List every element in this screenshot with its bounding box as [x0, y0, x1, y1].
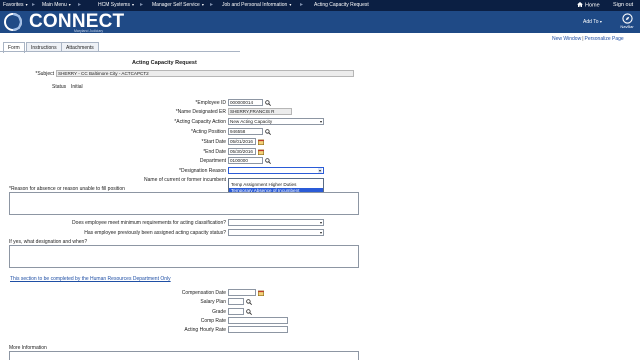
chevron-down-icon: ▾	[319, 119, 322, 124]
chevron-down-icon: ▾	[131, 2, 134, 7]
status-value: Initial	[71, 84, 83, 90]
header-banner: CONNECT Maryland Judiciary Add To ▾ NavB…	[0, 11, 640, 33]
nav-job-personal-info[interactable]: Job and Personal Information ▾	[222, 2, 291, 8]
sign-out-link[interactable]: Sign out	[613, 2, 633, 8]
salary-plan-field[interactable]	[228, 298, 244, 305]
grade-label: Grade	[212, 309, 226, 315]
logo-mark-icon	[4, 13, 23, 31]
search-icon[interactable]	[246, 309, 252, 315]
department-field[interactable]: 0100000	[228, 157, 263, 164]
chevron-down-icon: ▾	[319, 220, 322, 225]
start-date-label: *Start Date	[201, 139, 226, 145]
name-designated-label: *Name Designated ER	[175, 109, 226, 115]
hr-section-link[interactable]: This section to be completed by the Huma…	[10, 276, 171, 282]
nav-separator: ▸	[210, 2, 214, 8]
tab-divider	[0, 51, 240, 52]
more-information-textarea[interactable]	[9, 351, 359, 360]
search-icon[interactable]	[246, 299, 252, 305]
search-icon[interactable]	[265, 129, 271, 135]
min-requirements-label: Does employee meet minimum requirements …	[72, 220, 226, 226]
employee-id-field[interactable]: 000000014	[228, 99, 263, 106]
start-date-field[interactable]: 05/01/2016	[228, 138, 256, 145]
home-link[interactable]: Home	[577, 2, 600, 9]
comp-date-field[interactable]	[228, 289, 256, 296]
subject-field[interactable]: SHERRY - CC Baltimore City - ACTCAPCT2	[56, 70, 354, 77]
min-requirements-select[interactable]: ▾	[228, 219, 324, 226]
home-icon	[577, 2, 583, 7]
nav-separator: ▸	[140, 2, 144, 8]
top-nav-bar: Favorites ▾ ▸ Main Menu ▾ ▸ HCM Systems ▾ ▸…	[0, 0, 640, 11]
previously-assigned-select[interactable]: ▾	[228, 229, 324, 236]
nav-hcm-systems[interactable]: HCM Systems ▾	[98, 2, 134, 8]
search-icon[interactable]	[265, 100, 271, 106]
grade-field[interactable]	[228, 308, 244, 315]
acting-capacity-action-label: *Acting Capacity Action	[174, 119, 226, 125]
compass-icon	[621, 13, 633, 24]
nav-main-menu[interactable]: Main Menu ▾	[42, 2, 71, 8]
acting-position-label: *Acting Position	[190, 129, 226, 135]
chevron-down-icon: ▾	[25, 2, 28, 7]
calendar-icon[interactable]	[258, 149, 264, 155]
previously-assigned-label: Has employee previously been assigned ac…	[84, 230, 226, 236]
end-date-label: *End Date	[203, 149, 226, 155]
chevron-down-icon: ▾	[317, 168, 322, 173]
nav-acting-capacity-request[interactable]: Acting Capacity Request	[314, 2, 369, 8]
status-label: Status	[52, 84, 67, 90]
comp-rate-field[interactable]	[228, 317, 288, 324]
chevron-down-icon: ▾	[201, 2, 204, 7]
if-yes-textarea[interactable]	[9, 245, 359, 268]
chevron-down-icon: ▾	[319, 230, 322, 235]
comp-rate-label: Comp Rate	[200, 318, 226, 324]
calendar-icon[interactable]	[258, 139, 264, 145]
nav-favorites[interactable]: Favorites ▾	[3, 2, 28, 8]
acting-position-field[interactable]: 946558	[228, 128, 263, 135]
acting-hourly-rate-field[interactable]	[228, 326, 288, 333]
calendar-icon[interactable]	[258, 290, 264, 296]
nav-separator: ▸	[78, 2, 82, 8]
search-icon[interactable]	[265, 158, 271, 164]
incumbent-label: Name of current or former incumbent	[144, 177, 226, 183]
reason-textarea[interactable]	[9, 192, 359, 215]
connect-logo: CONNECT Maryland Judiciary	[4, 11, 124, 33]
end-date-field[interactable]: 05/30/2016	[228, 148, 256, 155]
form-title: Acting Capacity Request	[132, 60, 197, 66]
navbar-button[interactable]: NavBar	[617, 12, 637, 32]
chevron-down-icon: ▾	[599, 19, 602, 24]
add-to-menu[interactable]: Add To ▾	[583, 19, 602, 25]
nav-manager-self-service[interactable]: Manager Self Service ▾	[152, 2, 204, 8]
acting-capacity-action-select[interactable]: New Acting Capacity ▾	[228, 118, 324, 125]
subject-label: *Subject	[35, 71, 54, 77]
name-designated-field: SHERRY,FRANCIS R	[228, 108, 292, 115]
comp-date-label: Compensation Date	[181, 290, 226, 296]
designation-reason-label: *Designation Reason	[179, 168, 226, 174]
nav-separator: ▸	[32, 2, 36, 8]
designation-reason-select[interactable]: ▾	[228, 167, 324, 174]
department-label: Department	[199, 158, 226, 164]
chevron-down-icon: ▾	[289, 2, 292, 7]
chevron-down-icon: ▾	[68, 2, 71, 7]
employee-id-label: *Employee ID	[195, 100, 226, 106]
nav-separator: ▸	[300, 2, 304, 8]
salary-plan-label: Salary Plan	[200, 299, 226, 305]
acting-hourly-rate-label: Acting Hourly Rate	[184, 327, 226, 333]
